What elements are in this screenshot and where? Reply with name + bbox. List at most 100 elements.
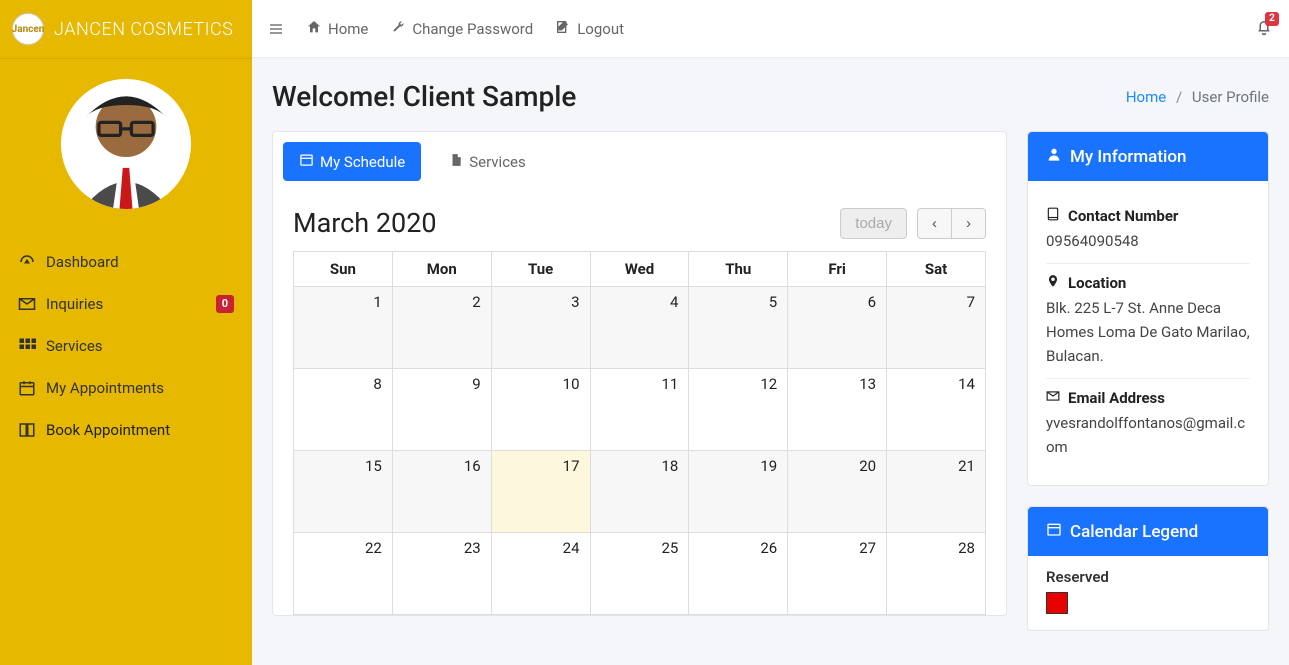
- toggle-sidebar-button[interactable]: [268, 21, 284, 37]
- panel-title: My Information: [1070, 147, 1186, 167]
- calendar-cell[interactable]: 15: [294, 451, 393, 533]
- calendar-day-header: Mon: [392, 252, 491, 287]
- sidebar-item-inquiries[interactable]: Inquiries 0: [0, 283, 252, 325]
- calendar-cell[interactable]: 13: [788, 369, 887, 451]
- sidebar-item-services[interactable]: Services: [0, 325, 252, 367]
- calendar-cell[interactable]: 4: [590, 287, 689, 369]
- nav-label: Inquiries: [46, 295, 103, 313]
- calendar-legend-card: Calendar Legend Reserved: [1027, 506, 1269, 631]
- calendar-day-header: Thu: [689, 252, 788, 287]
- notifications-button[interactable]: 2: [1255, 18, 1273, 40]
- nav-home-label: Home: [328, 20, 368, 38]
- calendar-next-button[interactable]: ›: [952, 208, 986, 239]
- phone-icon: [1046, 207, 1060, 225]
- bell-icon: [1255, 24, 1273, 40]
- calendar-cell[interactable]: 5: [689, 287, 788, 369]
- calendar-cell[interactable]: 6: [788, 287, 887, 369]
- calendar-cell[interactable]: 21: [887, 451, 986, 533]
- calendar-cell[interactable]: 18: [590, 451, 689, 533]
- chevron-right-icon: ›: [966, 215, 971, 232]
- nav-logout[interactable]: Logout: [555, 19, 624, 39]
- calendar-cell[interactable]: 28: [887, 533, 986, 615]
- wrench-icon: [390, 19, 406, 39]
- sidebar-item-book[interactable]: Book Appointment: [0, 409, 252, 451]
- home-icon: [306, 19, 322, 39]
- nav-home[interactable]: Home: [306, 19, 368, 39]
- grid-icon: [18, 337, 46, 355]
- legend-reserved-label: Reserved: [1046, 568, 1250, 586]
- calendar-cell[interactable]: 17: [491, 451, 590, 533]
- nav-logout-label: Logout: [577, 20, 624, 38]
- calendar-cell[interactable]: 8: [294, 369, 393, 451]
- legend-reserved-swatch: [1046, 592, 1068, 614]
- nav-change-password[interactable]: Change Password: [390, 19, 533, 39]
- chevron-left-icon: ‹: [932, 215, 937, 232]
- location-icon: [1046, 274, 1060, 292]
- tab-my-schedule[interactable]: My Schedule: [283, 142, 421, 181]
- sidebar-item-appointments[interactable]: My Appointments: [0, 367, 252, 409]
- calendar: March 2020 today ‹ ›: [273, 191, 1006, 615]
- calendar-cell[interactable]: 3: [491, 287, 590, 369]
- calendar-cell[interactable]: 25: [590, 533, 689, 615]
- file-icon: [449, 153, 463, 171]
- calendar-cell[interactable]: 27: [788, 533, 887, 615]
- calendar-cell[interactable]: 11: [590, 369, 689, 451]
- calendar-cell[interactable]: 12: [689, 369, 788, 451]
- brand-name: JANCEN COSMETICS: [54, 19, 233, 40]
- calendar-day-header: Wed: [590, 252, 689, 287]
- calendar-cell[interactable]: 16: [392, 451, 491, 533]
- calendar-cell[interactable]: 14: [887, 369, 986, 451]
- edit-icon: [555, 19, 571, 39]
- calendar-today-button[interactable]: today: [840, 208, 907, 239]
- inquiries-badge: 0: [216, 295, 234, 313]
- my-information-card: My Information Contact Number 09: [1027, 131, 1269, 486]
- envelope-icon: [18, 295, 46, 313]
- calendar-title: March 2020: [293, 207, 437, 239]
- panel-header: My Information: [1028, 132, 1268, 181]
- tab-label: Services: [469, 153, 526, 171]
- tab-services[interactable]: Services: [433, 142, 542, 181]
- calendar-cell[interactable]: 7: [887, 287, 986, 369]
- email-label: Email Address: [1068, 389, 1165, 407]
- avatar[interactable]: [61, 79, 191, 209]
- sidebar-brand[interactable]: Jancen JANCEN COSMETICS: [0, 0, 252, 58]
- calendar-cell[interactable]: 22: [294, 533, 393, 615]
- calendar-day-header: Sat: [887, 252, 986, 287]
- tachometer-icon: [18, 253, 46, 271]
- content-header: Welcome! Client Sample Home / User Profi…: [272, 80, 1269, 113]
- breadcrumb-home[interactable]: Home: [1126, 88, 1166, 106]
- sidebar-item-dashboard[interactable]: Dashboard: [0, 241, 252, 283]
- calendar-cell[interactable]: 10: [491, 369, 590, 451]
- location-label: Location: [1068, 274, 1126, 292]
- nav-label: My Appointments: [46, 379, 164, 397]
- calendar-prev-button[interactable]: ‹: [917, 208, 952, 239]
- panel-header: Calendar Legend: [1028, 507, 1268, 556]
- schedule-card: My Schedule Services March 2: [272, 131, 1007, 616]
- brand-logo: Jancen: [12, 13, 44, 45]
- calendar-cell[interactable]: 19: [689, 451, 788, 533]
- location-value: Blk. 225 L-7 St. Anne Deca Homes Loma De…: [1046, 296, 1250, 368]
- nav-label: Dashboard: [46, 253, 119, 271]
- calendar-cell[interactable]: 26: [689, 533, 788, 615]
- tab-label: My Schedule: [320, 153, 405, 171]
- mail-icon: [1046, 389, 1060, 407]
- panel-title: Calendar Legend: [1070, 522, 1198, 542]
- tab-row: My Schedule Services: [273, 132, 1006, 191]
- calendar-cell[interactable]: 9: [392, 369, 491, 451]
- calendar-icon: [1046, 521, 1062, 542]
- calendar-cell[interactable]: 23: [392, 533, 491, 615]
- calendar-cell[interactable]: 1: [294, 287, 393, 369]
- calendar-icon: [299, 152, 314, 171]
- contact-value: 09564090548: [1046, 229, 1250, 253]
- main: Home Change Password Logout: [252, 0, 1289, 665]
- calendar-cell[interactable]: 24: [491, 533, 590, 615]
- calendar-day-header: Sun: [294, 252, 393, 287]
- calendar-cell[interactable]: 20: [788, 451, 887, 533]
- notification-badge: 2: [1265, 12, 1279, 26]
- calendar-grid: SunMonTueWedThuFriSat 123456789101112131…: [293, 251, 986, 615]
- nav-change-password-label: Change Password: [412, 20, 533, 38]
- contact-label: Contact Number: [1068, 207, 1178, 225]
- calendar-cell[interactable]: 2: [392, 287, 491, 369]
- breadcrumb-active: User Profile: [1192, 88, 1269, 106]
- book-icon: [18, 421, 46, 439]
